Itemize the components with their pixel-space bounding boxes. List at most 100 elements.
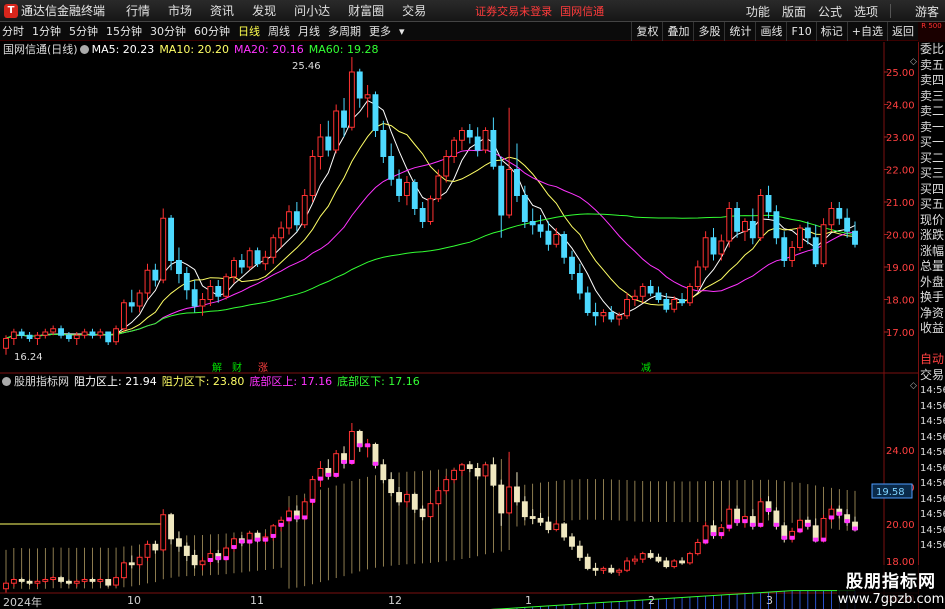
side-item[interactable]: 净资 xyxy=(919,306,945,322)
candle-body xyxy=(238,260,245,268)
side-item[interactable]: 14:56 xyxy=(919,383,945,399)
period-daily[interactable]: 日线 xyxy=(238,23,260,39)
sub-candle-body xyxy=(639,553,646,560)
menu-formula[interactable]: 公式 xyxy=(818,3,842,20)
side-item[interactable]: 14:56 xyxy=(919,538,945,554)
side-item[interactable]: 买五 xyxy=(919,197,945,213)
side-item[interactable]: 14:56 xyxy=(919,461,945,477)
candle-body xyxy=(388,156,395,180)
candle-body xyxy=(804,227,811,239)
side-item[interactable]: 自动 xyxy=(919,352,945,368)
side-item[interactable]: 14:56 xyxy=(919,492,945,508)
date-label-jan: 1 xyxy=(525,594,532,607)
side-item[interactable]: 涨跌 xyxy=(919,228,945,244)
side-item[interactable]: 卖一 xyxy=(919,120,945,136)
sub-candle-body xyxy=(655,556,662,562)
candle-body xyxy=(325,136,332,151)
menu-options[interactable]: 选项 xyxy=(854,3,878,20)
trading-app: { "app": {"title":"通达信金融终端","logo":"T"},… xyxy=(0,0,945,609)
signal-bar xyxy=(726,524,732,529)
quote-side-panel: 委比 卖五 卖四 卖三 卖二 卖一 买一 买二 买三 买四 买五 现价 涨跌 涨幅 总量 外盘 换手 净资 收益自动… xyxy=(918,42,945,609)
side-item[interactable]: 卖二 xyxy=(919,104,945,120)
side-item[interactable]: 买三 xyxy=(919,166,945,182)
signal-bar xyxy=(255,537,260,542)
menu-quotes[interactable]: 行情 xyxy=(126,2,150,19)
menu-news[interactable]: 资讯 xyxy=(210,2,234,19)
candle-body xyxy=(757,195,764,239)
period-more[interactable]: 更多 xyxy=(369,23,391,39)
side-item[interactable]: 14:56 xyxy=(919,523,945,539)
side-item[interactable]: 14:56 xyxy=(919,445,945,461)
mark-button[interactable]: 标记 xyxy=(815,22,847,41)
adjust-button[interactable]: 复权 xyxy=(631,22,662,41)
menu-trade[interactable]: 交易 xyxy=(402,2,426,19)
main-price-axis: 25.00 24.00 23.00 22.00 21.00 20.00 19.00 18.00… xyxy=(884,68,915,339)
candle-body xyxy=(561,234,568,258)
stock-notice[interactable]: 国网信通 xyxy=(560,3,604,19)
side-item[interactable]: 委比 xyxy=(919,42,945,58)
guest-login[interactable]: 游客 xyxy=(915,3,939,20)
candle-body xyxy=(474,136,481,151)
period-weekly[interactable]: 周线 xyxy=(268,23,290,39)
sub-candle-body xyxy=(419,508,426,518)
back-button[interactable]: 返回 xyxy=(887,22,918,41)
indicator-settings-icon[interactable] xyxy=(2,376,11,386)
sub-candle-body xyxy=(183,545,190,556)
menu-ask[interactable]: 问小达 xyxy=(294,2,330,19)
side-item[interactable] xyxy=(919,337,945,353)
menu-wealth[interactable]: 财富圈 xyxy=(348,2,384,19)
side-item[interactable]: 14:56 xyxy=(919,507,945,523)
side-item[interactable]: 总量 xyxy=(919,259,945,275)
settings-icon[interactable] xyxy=(79,44,89,54)
overlay-button[interactable]: 叠加 xyxy=(662,22,693,41)
signal-bar xyxy=(302,515,308,520)
add-watchlist-button[interactable]: +自选 xyxy=(846,22,887,41)
side-item[interactable]: 外盘 xyxy=(919,275,945,291)
period-1min[interactable]: 1分钟 xyxy=(32,23,61,39)
candle-body xyxy=(246,250,253,268)
side-item[interactable]: 换手 xyxy=(919,290,945,306)
period-monthly[interactable]: 月线 xyxy=(298,23,320,39)
period-intraday[interactable]: 分时 xyxy=(2,23,24,39)
expand-sub-icon[interactable]: ◇ xyxy=(910,381,917,391)
stats-button[interactable]: 统计 xyxy=(724,22,755,41)
login-notice[interactable]: 证券交易未登录 xyxy=(475,3,552,19)
side-item[interactable]: 卖四 xyxy=(919,73,945,89)
period-5min[interactable]: 5分钟 xyxy=(69,23,98,39)
side-item[interactable]: 14:56 xyxy=(919,414,945,430)
side-item[interactable]: 交易 xyxy=(919,368,945,384)
chevron-down-icon[interactable]: ▾ xyxy=(399,25,405,38)
side-item[interactable]: 现价 xyxy=(919,213,945,229)
candle-body xyxy=(215,286,222,297)
period-multi[interactable]: 多周期 xyxy=(328,23,361,39)
kline-chart[interactable]: 25.00 24.00 23.00 22.00 21.00 20.00 19.00 18.00… xyxy=(0,42,918,609)
side-item[interactable]: 买二 xyxy=(919,151,945,167)
period-30min[interactable]: 30分钟 xyxy=(150,23,186,39)
side-item[interactable]: 14:56 xyxy=(919,476,945,492)
side-item[interactable]: 买四 xyxy=(919,182,945,198)
sub-candle-body xyxy=(521,501,528,518)
f10-button[interactable]: F10 xyxy=(786,22,815,41)
side-item[interactable]: 涨幅 xyxy=(919,244,945,260)
bottom-lower-label: 底部区下: 17.16 xyxy=(337,375,420,388)
candle-body xyxy=(521,195,528,222)
menu-market[interactable]: 市场 xyxy=(168,2,192,19)
period-15min[interactable]: 15分钟 xyxy=(106,23,142,39)
side-item[interactable]: 14:56 xyxy=(919,430,945,446)
candle-body xyxy=(710,237,717,255)
side-item[interactable]: 收益 xyxy=(919,321,945,337)
expand-icon[interactable]: ◇ xyxy=(910,57,917,67)
draw-line-button[interactable]: 画线 xyxy=(755,22,786,41)
candle-body xyxy=(844,217,851,232)
period-60min[interactable]: 60分钟 xyxy=(194,23,230,39)
side-item[interactable]: 14:56 xyxy=(919,399,945,415)
menu-discover[interactable]: 发现 xyxy=(252,2,276,19)
side-item[interactable]: 卖三 xyxy=(919,89,945,105)
multi-stock-button[interactable]: 多股 xyxy=(693,22,724,41)
side-item[interactable]: 卖五 xyxy=(919,58,945,74)
menu-layout[interactable]: 版面 xyxy=(782,3,806,20)
candle-body xyxy=(380,130,387,157)
red-tag: R 500 xyxy=(918,22,945,42)
menu-function[interactable]: 功能 xyxy=(746,3,770,20)
side-item[interactable]: 买一 xyxy=(919,135,945,151)
